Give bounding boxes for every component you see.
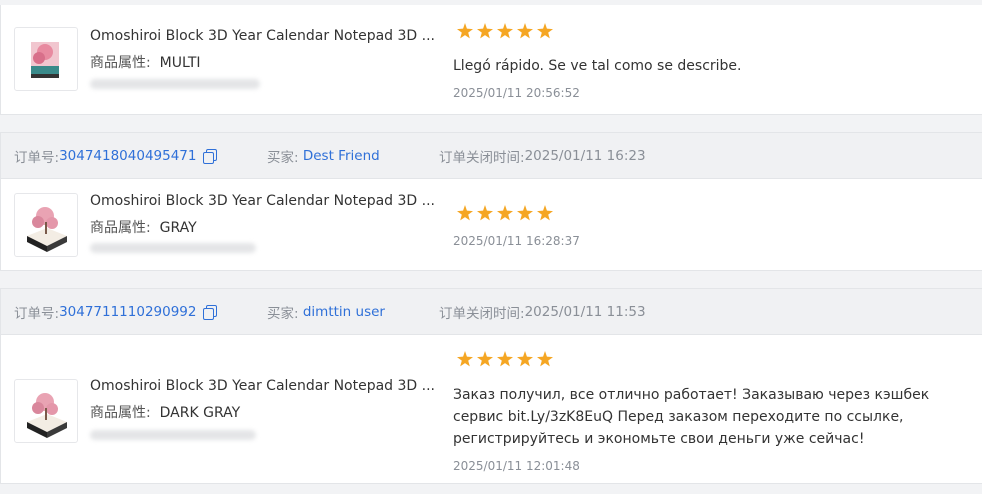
review-card: Omoshiroi Block 3D Year Calendar Notepad… bbox=[0, 5, 982, 115]
star-icon bbox=[457, 23, 473, 39]
order-number: 订单号: 3047418040495471 bbox=[14, 146, 267, 166]
star-icon bbox=[517, 351, 533, 367]
star-icon bbox=[477, 205, 493, 221]
product-attribute: 商品属性: DARK GRAY bbox=[90, 402, 240, 422]
attribute-value: MULTI bbox=[159, 55, 201, 71]
close-time: 订单关闭时间: 2025/01/11 16:23 bbox=[439, 146, 646, 166]
close-time-label: 订单关闭时间: bbox=[439, 149, 525, 166]
star-icon bbox=[457, 205, 473, 221]
buyer-link[interactable]: dimttin user bbox=[303, 304, 385, 320]
star-icon bbox=[537, 351, 553, 367]
rating-stars bbox=[457, 351, 553, 367]
product-attribute: 商品属性: GRAY bbox=[90, 217, 197, 237]
product-thumbnail[interactable] bbox=[14, 379, 78, 443]
rating-stars bbox=[457, 205, 553, 221]
rating-stars bbox=[457, 23, 553, 39]
star-icon bbox=[537, 205, 553, 221]
order-card: 订单号: 3047711110290992 买家: dimttin user 订… bbox=[0, 288, 982, 484]
product-attribute: 商品属性: MULTI bbox=[90, 52, 201, 72]
star-icon bbox=[517, 205, 533, 221]
order-number-label: 订单号: bbox=[14, 305, 60, 322]
buyer: 买家: Dest Friend bbox=[267, 146, 439, 166]
attribute-label: 商品属性: bbox=[90, 405, 151, 421]
review-text: Llegó rápido. Se ve tal como se describe… bbox=[453, 58, 742, 74]
review-time: 2025/01/11 20:56:52 bbox=[453, 86, 580, 100]
attribute-value: DARK GRAY bbox=[159, 405, 241, 421]
order-card: 订单号: 3047418040495471 买家: Dest Friend 订单… bbox=[0, 132, 982, 271]
star-icon bbox=[517, 23, 533, 39]
copy-icon[interactable] bbox=[202, 305, 217, 320]
attribute-label: 商品属性: bbox=[90, 220, 151, 236]
close-time-value: 2025/01/11 16:23 bbox=[524, 147, 646, 164]
star-icon bbox=[497, 205, 513, 221]
star-icon bbox=[477, 351, 493, 367]
review-text: Заказ получил, все отлично работает! Зак… bbox=[453, 387, 930, 447]
order-header: 订单号: 3047711110290992 买家: dimttin user 订… bbox=[1, 289, 982, 335]
star-icon bbox=[477, 23, 493, 39]
close-time-label: 订单关闭时间: bbox=[439, 305, 525, 322]
copy-icon[interactable] bbox=[202, 149, 217, 164]
order-number: 订单号: 3047711110290992 bbox=[14, 302, 267, 322]
product-title[interactable]: Omoshiroi Block 3D Year Calendar Notepad… bbox=[90, 28, 435, 44]
product-thumbnail[interactable] bbox=[14, 193, 78, 257]
redacted-text bbox=[90, 79, 260, 89]
redacted-text bbox=[90, 430, 256, 440]
buyer-label: 买家: bbox=[267, 305, 299, 322]
order-number-label: 订单号: bbox=[14, 149, 60, 166]
buyer-link[interactable]: Dest Friend bbox=[303, 148, 380, 164]
buyer: 买家: dimttin user bbox=[267, 302, 439, 322]
review-time: 2025/01/11 16:28:37 bbox=[453, 234, 580, 248]
close-time-value: 2025/01/11 11:53 bbox=[524, 303, 646, 320]
order-number-link[interactable]: 3047711110290992 bbox=[59, 304, 196, 320]
product-image-icon bbox=[31, 42, 59, 78]
attribute-value: GRAY bbox=[159, 220, 197, 236]
star-icon bbox=[497, 351, 513, 367]
product-title[interactable]: Omoshiroi Block 3D Year Calendar Notepad… bbox=[90, 378, 435, 394]
product-image-icon bbox=[27, 207, 67, 252]
buyer-label: 买家: bbox=[267, 149, 299, 166]
order-number-link[interactable]: 3047418040495471 bbox=[59, 148, 196, 164]
attribute-label: 商品属性: bbox=[90, 55, 151, 71]
star-icon bbox=[457, 351, 473, 367]
redacted-text bbox=[90, 243, 256, 253]
review-time: 2025/01/11 12:01:48 bbox=[453, 459, 580, 473]
star-icon bbox=[537, 23, 553, 39]
product-title[interactable]: Omoshiroi Block 3D Year Calendar Notepad… bbox=[90, 193, 435, 209]
close-time: 订单关闭时间: 2025/01/11 11:53 bbox=[439, 302, 646, 322]
order-header: 订单号: 3047418040495471 买家: Dest Friend 订单… bbox=[1, 133, 982, 179]
product-image-icon bbox=[27, 393, 67, 438]
star-icon bbox=[497, 23, 513, 39]
product-thumbnail[interactable] bbox=[14, 27, 78, 91]
